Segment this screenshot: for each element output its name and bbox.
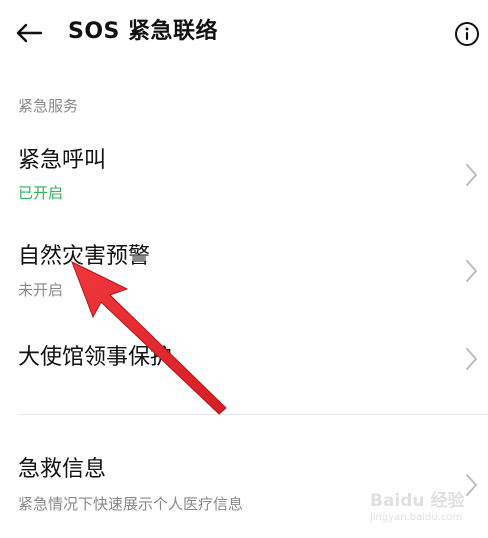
list-item-title: 大使馆领事保护	[18, 345, 173, 370]
list-item-embassy-consular-protection[interactable]: 大使馆领事保护	[0, 330, 488, 390]
baidu-jingyan-watermark: Baidu 经验 jingyan.baidu.com	[368, 484, 484, 534]
list-item-emergency-call[interactable]: 紧急呼叫 已开启	[0, 140, 488, 210]
list-item-title: 紧急呼叫	[18, 148, 107, 173]
chevron-right-icon	[466, 164, 477, 186]
chevron-right-icon	[466, 260, 477, 282]
arrow-left-icon	[16, 23, 43, 43]
list-item-description: 紧急情况下快速展示个人医疗信息	[18, 495, 244, 513]
list-item-title: 自然灾害预警	[18, 244, 151, 269]
top-app-bar: SOS 紧急联络	[0, 0, 488, 68]
back-button[interactable]	[14, 18, 44, 48]
watermark-logo: Baidu 经验	[370, 491, 465, 511]
watermark-url: jingyan.baidu.com	[370, 512, 463, 523]
status-enabled-text: 已开启	[18, 184, 64, 202]
section-divider	[18, 414, 488, 415]
chevron-right-icon	[466, 348, 477, 370]
page-title: SOS 紧急联络	[68, 19, 219, 44]
info-button[interactable]	[452, 19, 482, 49]
list-item-natural-disaster-alert[interactable]: 自然灾害预警 未开启	[0, 235, 488, 305]
section-header-emergency-services: 紧急服务	[18, 97, 79, 115]
status-disabled-text: 未开启	[18, 281, 64, 299]
list-item-title: 急救信息	[18, 457, 107, 482]
info-circle-icon	[455, 22, 479, 46]
